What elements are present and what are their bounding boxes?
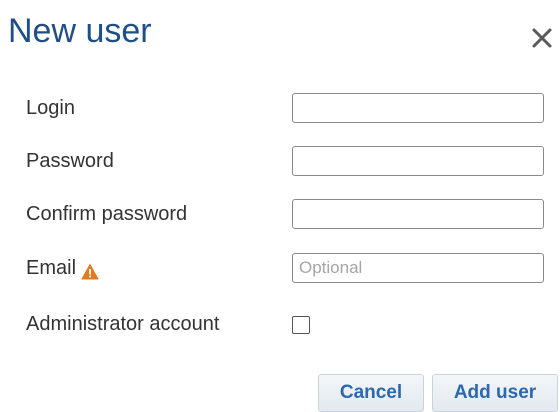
password-input[interactable] xyxy=(292,146,544,176)
administrator-checkbox[interactable] xyxy=(292,316,310,334)
login-input[interactable] xyxy=(292,93,544,123)
confirm-password-input[interactable] xyxy=(292,199,544,229)
administrator-label: Administrator account xyxy=(26,313,220,335)
add-user-button[interactable]: Add user xyxy=(432,374,558,412)
email-label: Email xyxy=(26,257,77,279)
warning-icon xyxy=(81,259,99,280)
confirm-password-row: Confirm password xyxy=(26,198,560,230)
administrator-row: Administrator account xyxy=(26,308,560,340)
dialog-title: New user xyxy=(8,12,152,50)
login-row: Login xyxy=(26,92,560,124)
new-user-dialog: New user Login Password Confirm password… xyxy=(0,0,560,412)
password-label: Password xyxy=(26,150,114,172)
cancel-button[interactable]: Cancel xyxy=(318,374,424,412)
email-label-group: Email xyxy=(26,252,99,284)
email-row: Email xyxy=(26,252,560,284)
confirm-password-label: Confirm password xyxy=(26,203,188,225)
close-icon[interactable] xyxy=(530,26,554,50)
email-input[interactable] xyxy=(292,253,544,283)
login-label: Login xyxy=(26,97,75,119)
password-row: Password xyxy=(26,145,560,177)
